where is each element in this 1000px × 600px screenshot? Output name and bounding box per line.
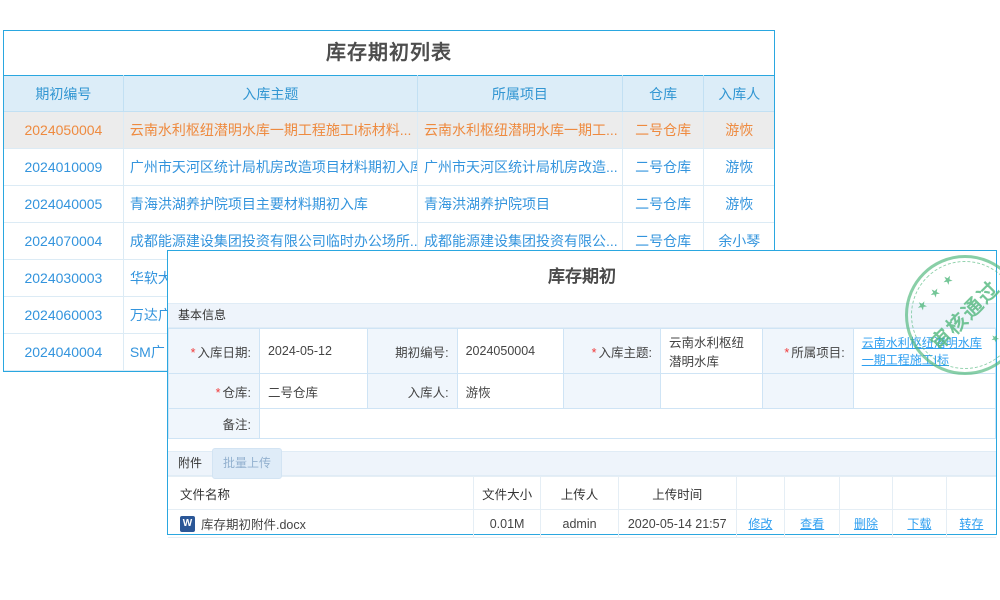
inbound-date-value: 2024-05-12 [259,329,367,374]
col-header-uploader: 上传人 [541,477,619,510]
required-marker: * [191,346,196,360]
cell-project: 云南水利枢纽潜明水库一期工... [417,112,622,149]
attachment-row: W 库存期初附件.docx 0.01M admin 2020-05-14 21:… [168,510,996,538]
inventory-initial-detail-panel: 库存期初 基本信息 *入库日期: 2024-05-12 期初编号: 202405… [167,250,997,535]
cell-person: 游恢 [704,112,774,149]
col-header-file-name: 文件名称 [168,477,474,510]
inbound-person-value: 游恢 [457,374,564,409]
file-name: 库存期初附件.docx [201,514,306,533]
cell-initial-code: 2024070004 [4,223,123,260]
inbound-person-label: 入库人: [368,374,457,409]
cell-project: 青海洪湖养护院项目 [417,186,622,223]
cell-subject: 广州市天河区统计局机房改造项目材料期初入库 [123,149,417,186]
transfer-link[interactable]: 转存 [959,517,983,531]
cell-initial-code: 2024030003 [4,260,123,297]
cell-subject: 云南水利枢纽潜明水库一期工程施工I标材料... [123,112,417,149]
inbound-date-label: *入库日期: [169,329,260,374]
table-row[interactable]: 2024050004 云南水利枢纽潜明水库一期工程施工I标材料... 云南水利枢… [4,112,774,149]
col-header-file-size: 文件大小 [474,477,541,510]
table-row[interactable]: 2024040005 青海洪湖养护院项目主要材料期初入库 青海洪湖养护院项目 二… [4,186,774,223]
spacer [168,439,996,451]
view-link[interactable]: 查看 [800,517,824,531]
remark-label: 备注: [169,409,260,439]
cell-warehouse: 二号仓库 [622,112,704,149]
attachment-header-row: 文件名称 文件大小 上传人 上传时间 [168,477,996,510]
required-marker: * [216,386,221,400]
cell-initial-code: 2024050004 [4,112,123,149]
col-header-upload-time: 上传时间 [618,477,736,510]
warehouse-value: 二号仓库 [259,374,367,409]
cell-initial-code: 2024040005 [4,186,123,223]
initial-code-label: 期初编号: [368,329,457,374]
col-header-project: 所属项目 [417,76,622,112]
col-header-warehouse: 仓库 [622,76,704,112]
cell-person: 游恢 [704,149,774,186]
required-marker: * [784,346,789,360]
project-label: *所属项目: [762,329,853,374]
warehouse-label: *仓库: [169,374,260,409]
delete-link[interactable]: 删除 [854,517,878,531]
star-icon: ★ ★ [989,319,1000,346]
word-document-icon: W [180,516,195,532]
download-link[interactable]: 下载 [907,517,931,531]
cell-warehouse: 二号仓库 [622,186,704,223]
basic-info-form: *入库日期: 2024-05-12 期初编号: 2024050004 *入库主题… [168,328,996,439]
file-upload-time: 2020-05-14 21:57 [618,510,736,538]
detail-panel-title: 库存期初 [168,251,996,303]
cell-initial-code: 2024040004 [4,334,123,371]
basic-info-section-bar: 基本信息 [168,303,996,328]
cell-project: 广州市天河区统计局机房改造... [417,149,622,186]
col-header-action [946,477,996,510]
file-size: 0.01M [474,510,541,538]
col-header-action [892,477,946,510]
file-uploader: admin [541,510,619,538]
attachment-section-bar: 附件 批量上传 [168,451,996,476]
remark-value [259,409,995,439]
inbound-subject-value: 云南水利枢纽潜明水库 [661,329,763,374]
col-header-action [736,477,785,510]
modify-link[interactable]: 修改 [748,517,772,531]
col-header-initial-code: 期初编号 [4,76,123,112]
col-header-inbound-person: 入库人 [704,76,774,112]
inbound-subject-label: *入库主题: [564,329,661,374]
basic-info-label: 基本信息 [178,303,226,328]
attachment-table: 文件名称 文件大小 上传人 上传时间 W 库存期初附件.doc [168,476,996,538]
table-header-row: 期初编号 入库主题 所属项目 仓库 入库人 [4,76,774,112]
batch-upload-button[interactable]: 批量上传 [212,448,282,479]
initial-code-value: 2024050004 [457,329,564,374]
cell-person: 游恢 [704,186,774,223]
col-header-action [839,477,892,510]
col-header-inbound-subject: 入库主题 [123,76,417,112]
cell-warehouse: 二号仓库 [622,149,704,186]
empty-value-cell [853,374,995,409]
attachment-label: 附件 [178,451,202,476]
screen: 库存期初列表 期初编号 入库主题 所属项目 仓库 入库人 2024050004 … [0,0,1000,600]
required-marker: * [592,346,597,360]
empty-label-cell [564,374,661,409]
empty-value-cell [661,374,763,409]
col-header-action [785,477,840,510]
cell-initial-code: 2024010009 [4,149,123,186]
list-panel-title: 库存期初列表 [4,31,774,75]
empty-label-cell [762,374,853,409]
cell-subject: 青海洪湖养护院项目主要材料期初入库 [123,186,417,223]
table-row[interactable]: 2024010009 广州市天河区统计局机房改造项目材料期初入库 广州市天河区统… [4,149,774,186]
file-name-cell: W 库存期初附件.docx [168,510,474,538]
cell-initial-code: 2024060003 [4,297,123,334]
